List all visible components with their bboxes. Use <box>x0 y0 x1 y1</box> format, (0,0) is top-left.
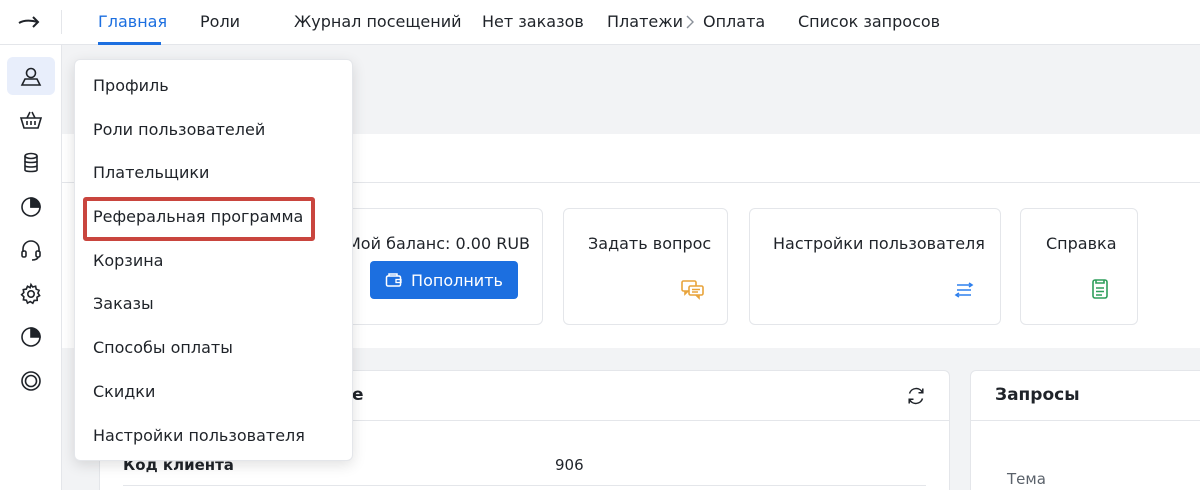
topup-button-label: Пополнить <box>411 270 503 290</box>
wallet-icon <box>385 273 402 287</box>
sidebar <box>0 45 62 490</box>
headset-icon[interactable] <box>7 231 55 269</box>
gear-icon[interactable] <box>7 275 55 313</box>
user-settings-label: Настройки пользователя <box>773 234 985 253</box>
menu-item-user-roles[interactable]: Роли пользователей <box>93 120 265 139</box>
tab-requests-list[interactable]: Список запросов <box>798 12 940 31</box>
menu-item-orders[interactable]: Заказы <box>93 294 154 313</box>
tab-home[interactable]: Главная <box>98 12 167 31</box>
client-code-value: 906 <box>555 456 584 474</box>
document-icon <box>1091 278 1109 304</box>
refresh-icon[interactable] <box>905 385 927 411</box>
profile-dropdown-menu: Профиль Роли пользователей Плательщики Р… <box>74 59 353 461</box>
menu-item-payment-methods[interactable]: Способы оплаты <box>93 338 233 357</box>
database-icon[interactable] <box>7 144 55 182</box>
basket-icon[interactable] <box>7 101 55 139</box>
expand-arrow-icon[interactable] <box>14 10 44 34</box>
menu-item-cart[interactable]: Корзина <box>93 251 163 270</box>
help-label: Справка <box>1046 234 1117 253</box>
highlight-annotation-box <box>83 197 315 241</box>
pie-chart-icon[interactable] <box>7 188 55 226</box>
breadcrumb-payment[interactable]: Оплата <box>703 12 765 31</box>
user-settings-card[interactable] <box>749 208 1001 325</box>
tab-no-orders[interactable]: Нет заказов <box>482 12 584 31</box>
requests-column-topic: Тема <box>1007 470 1046 488</box>
requests-header-divider <box>970 420 1200 421</box>
lifebuoy-icon[interactable] <box>7 362 55 400</box>
balance-label: Мой баланс: 0.00 RUB <box>347 234 531 253</box>
chat-bubbles-icon <box>681 280 705 304</box>
tab-roles[interactable]: Роли <box>200 12 240 31</box>
settings-list-icon <box>953 281 975 303</box>
table-row-divider <box>123 485 926 486</box>
menu-item-payers[interactable]: Плательщики <box>93 163 209 182</box>
client-panel-title: е <box>352 385 364 405</box>
help-card[interactable] <box>1020 208 1138 325</box>
tab-visit-log[interactable]: Журнал посещений <box>294 12 462 31</box>
top-bar: Главная Роли Журнал посещений Нет заказо… <box>0 0 1200 45</box>
ask-question-card[interactable] <box>563 208 728 325</box>
menu-item-profile[interactable]: Профиль <box>93 76 169 95</box>
user-icon[interactable] <box>7 57 55 95</box>
menu-item-discounts[interactable]: Скидки <box>93 382 155 401</box>
ask-question-label: Задать вопрос <box>588 234 712 253</box>
chevron-right-icon <box>686 14 694 33</box>
menu-item-user-settings[interactable]: Настройки пользователя <box>93 426 305 445</box>
requests-panel-title: Запросы <box>995 385 1080 405</box>
breadcrumb-payments[interactable]: Платежи <box>607 12 683 31</box>
top-divider <box>61 10 62 34</box>
pie-chart-icon[interactable] <box>7 318 55 356</box>
topup-button[interactable]: Пополнить <box>370 261 518 299</box>
